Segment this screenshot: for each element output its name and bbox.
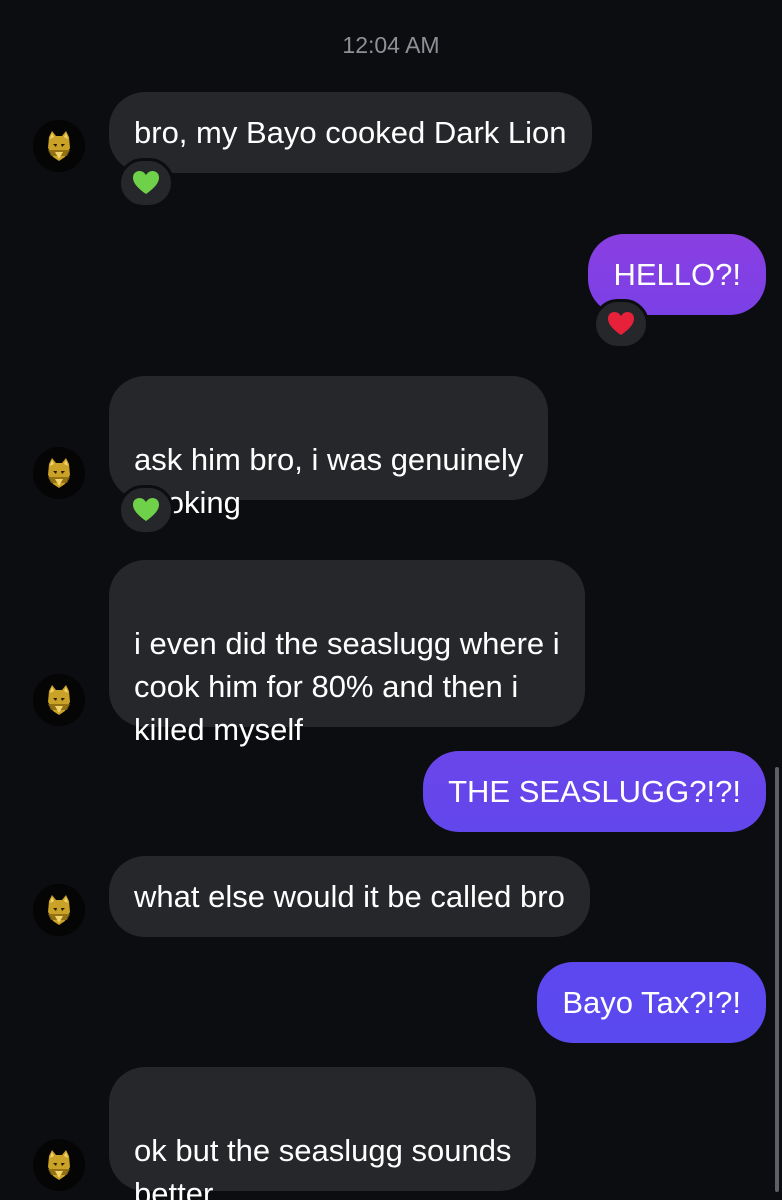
reaction-badge[interactable] <box>593 299 649 349</box>
gold-cat-avatar-icon <box>33 120 85 172</box>
message-bubble-incoming[interactable]: ask him bro, i was genuinely cooking <box>109 376 549 520</box>
message-bubble-incoming[interactable]: i even did the seaslugg where i cook him… <box>109 560 585 747</box>
message-bubble-incoming[interactable]: ok but the seaslugg sounds better <box>109 1067 537 1200</box>
avatar[interactable] <box>33 884 85 936</box>
message-text: THE SEASLUGG?!?! <box>448 774 741 809</box>
message-text: what else would it be called bro <box>134 879 565 914</box>
message-bubble-incoming[interactable]: bro, my Bayo cooked Dark Lion <box>109 92 592 173</box>
gold-cat-avatar-icon <box>33 674 85 726</box>
reaction-badge[interactable] <box>118 158 174 208</box>
gold-cat-avatar-icon <box>33 884 85 936</box>
scrollbar[interactable] <box>775 767 779 1192</box>
green-heart-icon <box>133 171 159 194</box>
avatar[interactable] <box>33 674 85 726</box>
gold-cat-avatar-icon <box>33 447 85 499</box>
message-text: HELLO?! <box>613 257 741 292</box>
red-heart-icon <box>608 312 634 335</box>
green-heart-icon <box>133 498 159 521</box>
reaction-badge[interactable] <box>118 485 174 535</box>
chat-screen: 12:04 AM bro, my Bayo cooked Dark Lion H… <box>0 0 782 1200</box>
message-text: i even did the seaslugg where i cook him… <box>134 626 560 747</box>
timestamp: 12:04 AM <box>342 32 440 58</box>
message-text: Bayo Tax?!?! <box>562 985 741 1020</box>
message-bubble-incoming[interactable]: what else would it be called bro <box>109 856 590 937</box>
avatar[interactable] <box>33 120 85 172</box>
message-bubble-outgoing[interactable]: Bayo Tax?!?! <box>537 962 766 1043</box>
message-bubble-outgoing[interactable]: THE SEASLUGG?!?! <box>423 751 766 832</box>
avatar[interactable] <box>33 447 85 499</box>
message-text: bro, my Bayo cooked Dark Lion <box>134 115 567 150</box>
gold-cat-avatar-icon <box>33 1139 85 1191</box>
message-text: ok but the seaslugg sounds better <box>134 1133 512 1200</box>
message-text: ask him bro, i was genuinely cooking <box>134 442 524 520</box>
avatar[interactable] <box>33 1139 85 1191</box>
